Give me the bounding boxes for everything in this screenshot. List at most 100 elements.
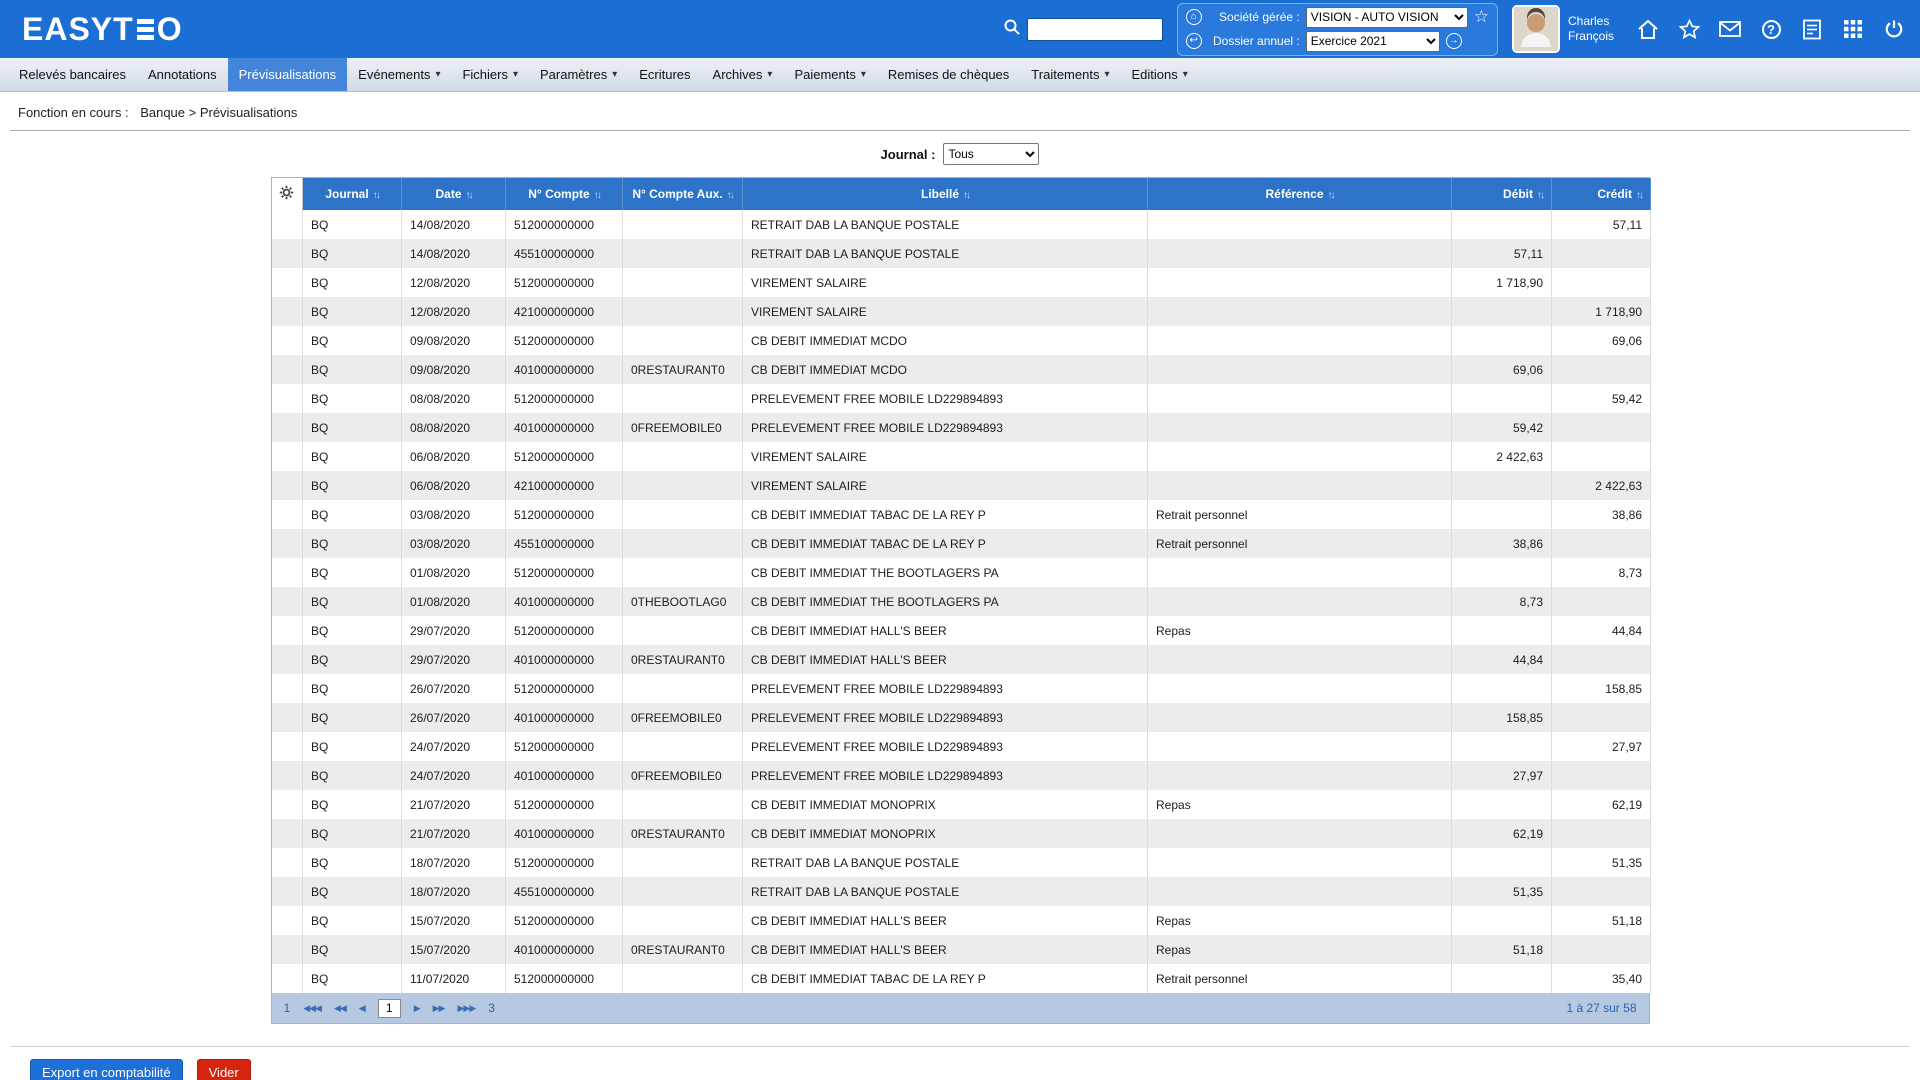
menu-item-label: Evénements (358, 67, 430, 82)
user-profile[interactable]: Charles François (1512, 5, 1614, 53)
folder-go-icon[interactable]: → (1446, 33, 1462, 49)
folder-select[interactable]: Exercice 2021 (1306, 31, 1440, 52)
table-row[interactable]: BQ06/08/2020512000000000VIREMENT SALAIRE… (272, 442, 1651, 471)
pagination-last-page[interactable]: 3 (488, 1001, 495, 1015)
cell-label: CB DEBIT IMMEDIAT MCDO (743, 326, 1148, 355)
menu-item-editions[interactable]: Editions▾ (1120, 58, 1198, 91)
menu-item-annotations[interactable]: Annotations (137, 58, 228, 91)
table-row[interactable]: BQ15/07/20204010000000000RESTAURANT0CB D… (272, 935, 1651, 964)
table-row[interactable]: BQ03/08/2020512000000000CB DEBIT IMMEDIA… (272, 500, 1651, 529)
mail-icon[interactable] (1718, 17, 1742, 41)
cell-debit: 57,11 (1452, 239, 1552, 268)
table-row[interactable]: BQ21/07/2020512000000000CB DEBIT IMMEDIA… (272, 790, 1651, 819)
table-row[interactable]: BQ26/07/20204010000000000FREEMOBILE0PREL… (272, 703, 1651, 732)
menu-item-ecritures[interactable]: Ecritures (628, 58, 701, 91)
help-icon[interactable]: ? (1759, 17, 1783, 41)
next-page-icon[interactable]: ▶ (414, 1003, 420, 1014)
row-icon-cell (272, 413, 303, 442)
column-header-account[interactable]: N° Compte↑↓ (506, 178, 623, 210)
table-row[interactable]: BQ18/07/2020455100000000RETRAIT DAB LA B… (272, 877, 1651, 906)
cell-label: VIREMENT SALAIRE (743, 297, 1148, 326)
sort-icon[interactable]: ↑↓ (1537, 190, 1543, 201)
company-select[interactable]: VISION - AUTO VISION (1306, 7, 1468, 28)
cell-debit: 38,86 (1452, 529, 1552, 558)
table-row[interactable]: BQ24/07/2020512000000000PRELEVEMENT FREE… (272, 732, 1651, 761)
table-row[interactable]: BQ08/08/20204010000000000FREEMOBILE0PREL… (272, 413, 1651, 442)
report-icon[interactable] (1800, 17, 1824, 41)
cell-label: CB DEBIT IMMEDIAT MCDO (743, 355, 1148, 384)
last-page-icon[interactable]: ▶▶▶ (457, 1003, 475, 1014)
sort-icon[interactable]: ↑↓ (727, 190, 733, 201)
sort-icon[interactable]: ↑↓ (594, 190, 600, 201)
table-row[interactable]: BQ29/07/20204010000000000RESTAURANT0CB D… (272, 645, 1651, 674)
column-header-reference[interactable]: Référence↑↓ (1148, 178, 1452, 210)
cell-account-aux: 0RESTAURANT0 (623, 645, 743, 674)
column-header-credit[interactable]: Crédit↑↓ (1552, 178, 1651, 210)
cell-reference (1148, 326, 1452, 355)
column-header-debit[interactable]: Débit↑↓ (1452, 178, 1552, 210)
table-row[interactable]: BQ14/08/2020455100000000RETRAIT DAB LA B… (272, 239, 1651, 268)
search-input[interactable] (1027, 18, 1163, 41)
breadcrumb: Fonction en cours : Banque > Prévisualis… (10, 92, 1910, 131)
table-row[interactable]: BQ12/08/2020512000000000VIREMENT SALAIRE… (272, 268, 1651, 297)
table-row[interactable]: BQ06/08/2020421000000000VIREMENT SALAIRE… (272, 471, 1651, 500)
table-row[interactable]: BQ11/07/2020512000000000CB DEBIT IMMEDIA… (272, 964, 1651, 993)
menu-item-param-tres[interactable]: Paramètres▾ (529, 58, 628, 91)
table-row[interactable]: BQ03/08/2020455100000000CB DEBIT IMMEDIA… (272, 529, 1651, 558)
favorites-icon[interactable] (1677, 17, 1701, 41)
table-row[interactable]: BQ09/08/2020512000000000CB DEBIT IMMEDIA… (272, 326, 1651, 355)
cell-account: 512000000000 (506, 848, 623, 877)
home-icon[interactable] (1636, 17, 1660, 41)
prev-page-icon[interactable]: ◀ (359, 1003, 365, 1014)
cell-journal: BQ (303, 761, 402, 790)
menu-item-fichiers[interactable]: Fichiers▾ (451, 58, 529, 91)
table-row[interactable]: BQ01/08/20204010000000000THEBOOTLAG0CB D… (272, 587, 1651, 616)
sort-icon[interactable]: ↑↓ (1636, 190, 1642, 201)
app-logo[interactable]: EASYT O (22, 11, 183, 48)
table-row[interactable]: BQ26/07/2020512000000000PRELEVEMENT FREE… (272, 674, 1651, 703)
clear-button[interactable]: Vider (197, 1059, 251, 1080)
table-row[interactable]: BQ29/07/2020512000000000CB DEBIT IMMEDIA… (272, 616, 1651, 645)
column-header-label[interactable]: Libellé↑↓ (743, 178, 1148, 210)
menu-item-ev-nements[interactable]: Evénements▾ (347, 58, 451, 91)
sort-icon[interactable]: ↑↓ (373, 190, 379, 201)
menu-item-pr-visualisations[interactable]: Prévisualisations (228, 58, 348, 91)
power-icon[interactable] (1882, 17, 1906, 41)
footer-separator (10, 1046, 1910, 1047)
sort-icon[interactable]: ↑↓ (963, 190, 969, 201)
table-row[interactable]: BQ01/08/2020512000000000CB DEBIT IMMEDIA… (272, 558, 1651, 587)
table-row[interactable]: BQ08/08/2020512000000000PRELEVEMENT FREE… (272, 384, 1651, 413)
apps-grid-icon[interactable] (1841, 17, 1865, 41)
table-row[interactable]: BQ15/07/2020512000000000CB DEBIT IMMEDIA… (272, 906, 1651, 935)
table-row[interactable]: BQ18/07/2020512000000000RETRAIT DAB LA B… (272, 848, 1651, 877)
sort-icon[interactable]: ↑↓ (466, 190, 472, 201)
cell-account: 512000000000 (506, 964, 623, 993)
fast-next-icon[interactable]: ▶▶ (433, 1003, 445, 1014)
table-row[interactable]: BQ14/08/2020512000000000RETRAIT DAB LA B… (272, 210, 1651, 239)
cell-date: 29/07/2020 (402, 616, 506, 645)
menu-item-traitements[interactable]: Traitements▾ (1020, 58, 1120, 91)
column-header-date[interactable]: Date↑↓ (402, 178, 506, 210)
export-button[interactable]: Export en comptabilité (30, 1059, 183, 1080)
journal-select[interactable]: Tous (943, 143, 1039, 165)
table-row[interactable]: BQ12/08/2020421000000000VIREMENT SALAIRE… (272, 297, 1651, 326)
table-row[interactable]: BQ24/07/20204010000000000FREEMOBILE0PREL… (272, 761, 1651, 790)
menu-item-relev-s-bancaires[interactable]: Relevés bancaires (8, 58, 137, 91)
favorite-star-icon[interactable]: ☆ (1474, 7, 1489, 27)
column-settings-icon[interactable] (272, 178, 303, 210)
table-row[interactable]: BQ21/07/20204010000000000RESTAURANT0CB D… (272, 819, 1651, 848)
menu-item-remises-de-ch-ques[interactable]: Remises de chèques (877, 58, 1020, 91)
first-page-icon[interactable]: ◀◀◀ (303, 1003, 321, 1014)
menu-item-archives[interactable]: Archives▾ (702, 58, 784, 91)
current-page-input[interactable]: 1 (378, 999, 401, 1018)
pagination-first-page[interactable]: 1 (284, 1001, 291, 1015)
column-header-journal[interactable]: Journal↑↓ (303, 178, 402, 210)
sort-icon[interactable]: ↑↓ (1328, 190, 1334, 201)
fast-prev-icon[interactable]: ◀◀ (334, 1003, 346, 1014)
cell-reference: Repas (1148, 790, 1452, 819)
menu-item-paiements[interactable]: Paiements▾ (783, 58, 876, 91)
table-row[interactable]: BQ09/08/20204010000000000RESTAURANT0CB D… (272, 355, 1651, 384)
column-header-account-aux[interactable]: N° Compte Aux.↑↓ (623, 178, 743, 210)
cell-credit: 38,86 (1552, 500, 1651, 529)
cell-account: 421000000000 (506, 471, 623, 500)
